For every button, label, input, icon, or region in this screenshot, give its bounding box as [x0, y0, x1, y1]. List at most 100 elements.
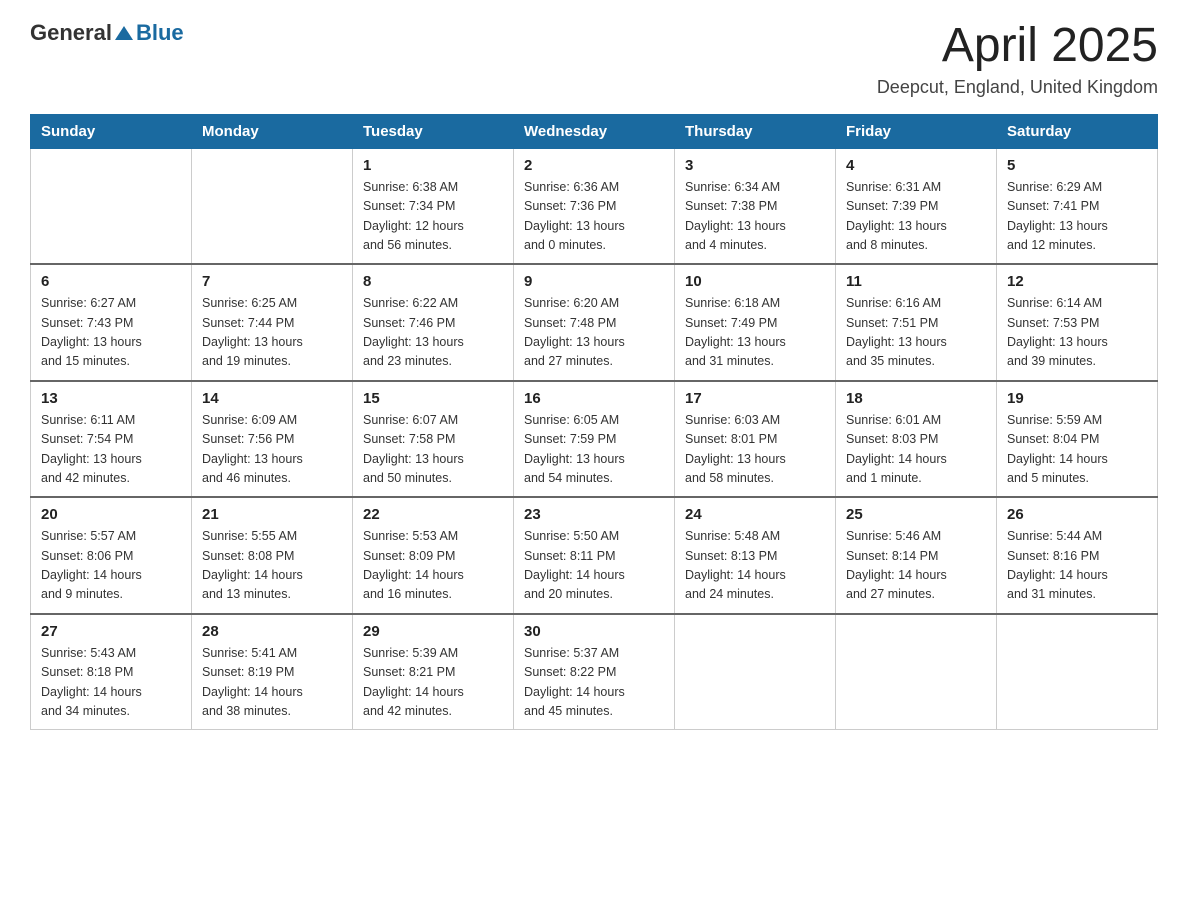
- day-number: 10: [685, 273, 825, 290]
- day-number: 8: [363, 273, 503, 290]
- day-info: Sunrise: 5:39 AMSunset: 8:21 PMDaylight:…: [363, 644, 503, 722]
- calendar-cell: 12Sunrise: 6:14 AMSunset: 7:53 PMDayligh…: [997, 264, 1158, 381]
- calendar-cell: 9 Sunrise: 6:20 AMSunset: 7:48 PMDaylight…: [514, 264, 675, 381]
- calendar-cell: 23 Sunrise: 5:50 AMSunset: 8:11 PMDayligh…: [514, 497, 675, 614]
- calendar-cell: 19 Sunrise: 5:59 AMSunset: 8:04 PMDayligh…: [997, 381, 1158, 498]
- day-info: Sunrise: 5:46 AMSunset: 8:14 PMDaylight:…: [846, 527, 986, 605]
- day-number: 27: [41, 623, 181, 640]
- calendar-cell: 30 Sunrise: 5:37 AMSunset: 8:22 PMDayligh…: [514, 614, 675, 730]
- day-info: Sunrise: 5:41 AMSunset: 8:19 PMDaylight:…: [202, 644, 342, 722]
- day-number: 30: [524, 623, 664, 640]
- calendar-cell: 8 Sunrise: 6:22 AMSunset: 7:46 PMDaylight…: [353, 264, 514, 381]
- col-thursday: Thursday: [675, 114, 836, 148]
- calendar-cell: 15Sunrise: 6:07 AMSunset: 7:58 PMDayligh…: [353, 381, 514, 498]
- day-info: Sunrise: 6:27 AMSunset: 7:43 PMDaylight:…: [41, 294, 181, 372]
- calendar-cell: 2Sunrise: 6:36 AMSunset: 7:36 PMDaylight…: [514, 148, 675, 264]
- calendar-cell: 10Sunrise: 6:18 AMSunset: 7:49 PMDayligh…: [675, 264, 836, 381]
- week-row-4: 20 Sunrise: 5:57 AMSunset: 8:06 PMDayligh…: [31, 497, 1158, 614]
- day-number: 12: [1007, 273, 1147, 290]
- calendar-cell: [675, 614, 836, 730]
- day-info: Sunrise: 5:50 AMSunset: 8:11 PMDaylight:…: [524, 527, 664, 605]
- day-info: Sunrise: 5:59 AMSunset: 8:04 PMDaylight:…: [1007, 411, 1147, 489]
- week-row-3: 13 Sunrise: 6:11 AMSunset: 7:54 PMDayligh…: [31, 381, 1158, 498]
- day-info: Sunrise: 6:09 AMSunset: 7:56 PMDaylight:…: [202, 411, 342, 489]
- logo: General Blue: [30, 20, 184, 46]
- day-number: 6: [41, 273, 181, 290]
- day-info: Sunrise: 6:31 AMSunset: 7:39 PMDaylight:…: [846, 178, 986, 256]
- calendar-cell: 17 Sunrise: 6:03 AMSunset: 8:01 PMDayligh…: [675, 381, 836, 498]
- col-monday: Monday: [192, 114, 353, 148]
- calendar-cell: 4 Sunrise: 6:31 AMSunset: 7:39 PMDaylight…: [836, 148, 997, 264]
- calendar-cell: [997, 614, 1158, 730]
- day-info: Sunrise: 6:16 AMSunset: 7:51 PMDaylight:…: [846, 294, 986, 372]
- day-info: Sunrise: 5:44 AMSunset: 8:16 PMDaylight:…: [1007, 527, 1147, 605]
- calendar-cell: 27 Sunrise: 5:43 AMSunset: 8:18 PMDayligh…: [31, 614, 192, 730]
- col-friday: Friday: [836, 114, 997, 148]
- day-info: Sunrise: 5:57 AMSunset: 8:06 PMDaylight:…: [41, 527, 181, 605]
- calendar-cell: 22Sunrise: 5:53 AMSunset: 8:09 PMDayligh…: [353, 497, 514, 614]
- day-number: 3: [685, 157, 825, 174]
- calendar-cell: 5 Sunrise: 6:29 AMSunset: 7:41 PMDaylight…: [997, 148, 1158, 264]
- day-info: Sunrise: 6:36 AMSunset: 7:36 PMDaylight:…: [524, 178, 664, 256]
- logo-text-general: General: [30, 20, 112, 46]
- calendar-cell: 25 Sunrise: 5:46 AMSunset: 8:14 PMDayligh…: [836, 497, 997, 614]
- logo-icon: [113, 22, 135, 44]
- calendar-cell: 20 Sunrise: 5:57 AMSunset: 8:06 PMDayligh…: [31, 497, 192, 614]
- day-info: Sunrise: 5:53 AMSunset: 8:09 PMDaylight:…: [363, 527, 503, 605]
- day-info: Sunrise: 6:34 AMSunset: 7:38 PMDaylight:…: [685, 178, 825, 256]
- calendar-cell: 14Sunrise: 6:09 AMSunset: 7:56 PMDayligh…: [192, 381, 353, 498]
- calendar-cell: 18Sunrise: 6:01 AMSunset: 8:03 PMDayligh…: [836, 381, 997, 498]
- day-number: 15: [363, 390, 503, 407]
- day-info: Sunrise: 6:20 AMSunset: 7:48 PMDaylight:…: [524, 294, 664, 372]
- day-number: 16: [524, 390, 664, 407]
- day-info: Sunrise: 5:43 AMSunset: 8:18 PMDaylight:…: [41, 644, 181, 722]
- day-number: 13: [41, 390, 181, 407]
- day-info: Sunrise: 6:22 AMSunset: 7:46 PMDaylight:…: [363, 294, 503, 372]
- calendar-header-row: Sunday Monday Tuesday Wednesday Thursday…: [31, 114, 1158, 148]
- logo-text-blue: Blue: [136, 20, 184, 46]
- calendar-cell: 7Sunrise: 6:25 AMSunset: 7:44 PMDaylight…: [192, 264, 353, 381]
- calendar-cell: [836, 614, 997, 730]
- calendar-cell: 6 Sunrise: 6:27 AMSunset: 7:43 PMDaylight…: [31, 264, 192, 381]
- calendar-cell: 24 Sunrise: 5:48 AMSunset: 8:13 PMDayligh…: [675, 497, 836, 614]
- day-number: 9: [524, 273, 664, 290]
- calendar-cell: 29 Sunrise: 5:39 AMSunset: 8:21 PMDayligh…: [353, 614, 514, 730]
- day-number: 7: [202, 273, 342, 290]
- day-info: Sunrise: 6:38 AMSunset: 7:34 PMDaylight:…: [363, 178, 503, 256]
- week-row-2: 6 Sunrise: 6:27 AMSunset: 7:43 PMDaylight…: [31, 264, 1158, 381]
- calendar-table: Sunday Monday Tuesday Wednesday Thursday…: [30, 114, 1158, 731]
- day-number: 26: [1007, 506, 1147, 523]
- title-section: April 2025 Deepcut, England, United King…: [877, 20, 1158, 98]
- calendar-cell: 3 Sunrise: 6:34 AMSunset: 7:38 PMDaylight…: [675, 148, 836, 264]
- month-title: April 2025: [877, 20, 1158, 73]
- day-info: Sunrise: 5:48 AMSunset: 8:13 PMDaylight:…: [685, 527, 825, 605]
- col-sunday: Sunday: [31, 114, 192, 148]
- day-info: Sunrise: 6:11 AMSunset: 7:54 PMDaylight:…: [41, 411, 181, 489]
- col-tuesday: Tuesday: [353, 114, 514, 148]
- day-number: 20: [41, 506, 181, 523]
- day-info: Sunrise: 6:05 AMSunset: 7:59 PMDaylight:…: [524, 411, 664, 489]
- week-row-1: 1Sunrise: 6:38 AMSunset: 7:34 PMDaylight…: [31, 148, 1158, 264]
- day-number: 29: [363, 623, 503, 640]
- day-number: 24: [685, 506, 825, 523]
- day-info: Sunrise: 5:55 AMSunset: 8:08 PMDaylight:…: [202, 527, 342, 605]
- day-number: 4: [846, 157, 986, 174]
- calendar-cell: 1Sunrise: 6:38 AMSunset: 7:34 PMDaylight…: [353, 148, 514, 264]
- day-number: 19: [1007, 390, 1147, 407]
- col-saturday: Saturday: [997, 114, 1158, 148]
- day-info: Sunrise: 6:29 AMSunset: 7:41 PMDaylight:…: [1007, 178, 1147, 256]
- calendar-cell: 13 Sunrise: 6:11 AMSunset: 7:54 PMDayligh…: [31, 381, 192, 498]
- calendar-cell: [192, 148, 353, 264]
- day-number: 5: [1007, 157, 1147, 174]
- day-number: 25: [846, 506, 986, 523]
- day-info: Sunrise: 6:01 AMSunset: 8:03 PMDaylight:…: [846, 411, 986, 489]
- calendar-cell: 11Sunrise: 6:16 AMSunset: 7:51 PMDayligh…: [836, 264, 997, 381]
- day-info: Sunrise: 6:03 AMSunset: 8:01 PMDaylight:…: [685, 411, 825, 489]
- day-number: 23: [524, 506, 664, 523]
- calendar-cell: 21 Sunrise: 5:55 AMSunset: 8:08 PMDayligh…: [192, 497, 353, 614]
- day-number: 21: [202, 506, 342, 523]
- day-number: 17: [685, 390, 825, 407]
- col-wednesday: Wednesday: [514, 114, 675, 148]
- calendar-cell: [31, 148, 192, 264]
- day-info: Sunrise: 5:37 AMSunset: 8:22 PMDaylight:…: [524, 644, 664, 722]
